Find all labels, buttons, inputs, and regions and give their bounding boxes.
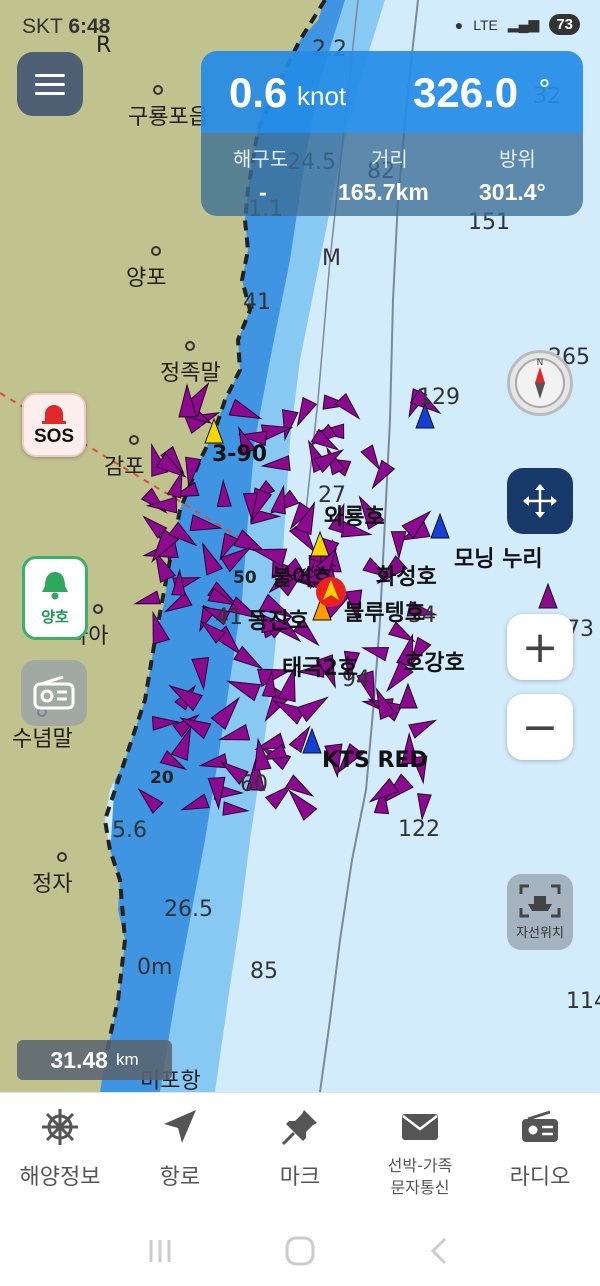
location-icon: ● [454, 16, 464, 33]
speed-value: 0.6 [229, 69, 288, 116]
chart-label: 해구도 [233, 147, 289, 171]
chart-value: - [259, 179, 267, 205]
tab-route-label: 항로 [159, 1165, 201, 1190]
place-label: 정자 [32, 872, 72, 897]
place-label: 수념말 [12, 727, 73, 752]
depth-label: 5.6 [112, 818, 147, 843]
map-scale-bar: 31.48 km [17, 1040, 172, 1080]
svg-text:N: N [537, 358, 544, 368]
battery-indicator: 73 [549, 14, 580, 35]
vessel-name-label: 3-90 [212, 442, 267, 467]
depth-label: 60 [240, 772, 268, 797]
depth-label: 122 [398, 817, 440, 842]
vessel-name-label: 화성호 [376, 565, 437, 590]
tab-mark-label: 마크 [279, 1165, 321, 1190]
my-location-label: 자선위치 [516, 925, 564, 941]
vessel-name-label: 호강호 [404, 651, 465, 676]
place-label: 양포 [126, 266, 166, 291]
carrier: SKT [22, 15, 63, 38]
status-good-label: 양호 [41, 607, 69, 626]
radio-icon [33, 676, 75, 710]
depth-label: 0m [137, 955, 172, 980]
hamburger-icon [35, 73, 65, 77]
depth-label: 20 [150, 768, 174, 788]
place-label: 감포 [104, 455, 144, 480]
siren-icon [42, 405, 66, 424]
zoom-out-button[interactable]: − [507, 694, 573, 760]
vessel-name-label: KTS RED [322, 748, 428, 773]
compass-button[interactable]: N [507, 350, 573, 416]
heading-unit: ° [538, 75, 551, 105]
tab-radio[interactable]: 라디오 [480, 1093, 600, 1216]
recent-apps-icon[interactable] [145, 1236, 175, 1266]
back-icon[interactable] [425, 1236, 455, 1266]
bell-icon [42, 571, 68, 599]
sos-button[interactable]: SOS [22, 393, 86, 457]
home-icon[interactable] [284, 1235, 316, 1267]
depth-label: 41 [215, 605, 243, 630]
my-location-button[interactable]: 자선위치 [507, 874, 573, 950]
depth-label: 50 [233, 568, 257, 588]
lte-icon: LTE [473, 16, 498, 33]
signal-icon: ▂▄▆ [507, 16, 540, 32]
scale-value: 31.48 [50, 1046, 108, 1073]
tab-family-messaging-line2: 문자통신 [390, 1178, 450, 1197]
radio-icon [522, 1110, 558, 1142]
move-arrows-icon [523, 484, 557, 518]
depth-label: 26.5 [164, 897, 213, 922]
heading-value: 326.0 [413, 69, 519, 116]
depth-label: 41 [243, 290, 271, 315]
compass-icon: N [515, 358, 565, 408]
clock: 6:48 [68, 15, 111, 38]
ship-locate-icon [519, 884, 561, 917]
zoom-in-button[interactable]: + [507, 614, 573, 680]
bearing-label: 방위 [499, 147, 536, 171]
distance-label: 거리 [371, 147, 408, 171]
distance-value: 165.7km [338, 179, 429, 205]
navigation-info-panel: 0.6 knot 326.0 ° 해구도 거리 방위 - 165.7km 301… [201, 51, 583, 216]
place-label: 구룡포읍 [128, 105, 209, 130]
vessel-name-label: 태극2호 [282, 656, 358, 681]
vessel-name-label: 모닝 누리 [454, 547, 543, 572]
tab-mark[interactable]: 마크 [240, 1093, 360, 1216]
speed-unit: knot [297, 81, 347, 111]
ship-wheel-icon [42, 1109, 78, 1145]
radio-overlay-button[interactable] [21, 660, 87, 726]
sos-label: SOS [33, 426, 75, 447]
depth-label: 85 [250, 959, 278, 984]
envelope-icon [402, 1114, 438, 1140]
pan-button[interactable] [507, 468, 573, 534]
vessel-name-label: 동진호 [248, 609, 309, 634]
bottom-navigation: 해양정보 항로 마크 선박-가족 문자통신 라디오 [0, 1092, 600, 1216]
vessel-name-label: 와룡호 [324, 505, 385, 530]
tab-family-messaging[interactable]: 선박-가족 문자통신 [360, 1093, 480, 1216]
navigation-arrow-icon [164, 1110, 196, 1143]
system-navigation-bar [0, 1216, 600, 1286]
depth-label: 114 [566, 989, 600, 1014]
tab-route[interactable]: 항로 [120, 1093, 240, 1216]
status-bar: SKT 6:48 ● LTE ▂▄▆ 73 [0, 0, 600, 52]
tab-radio-label: 라디오 [509, 1165, 571, 1190]
pushpin-icon [281, 1110, 317, 1146]
tab-ocean-info[interactable]: 해양정보 [0, 1093, 120, 1216]
place-label: 정족말 [160, 361, 221, 386]
depth-label: 129 [418, 385, 460, 410]
tab-family-messaging-line1: 선박-가족 [387, 1156, 453, 1175]
tab-ocean-info-label: 해양정보 [19, 1165, 101, 1190]
vessel-name-label: 블루텡호 [344, 601, 425, 626]
scale-unit: km [115, 1050, 139, 1069]
bearing-value: 301.4° [479, 179, 546, 205]
status-good-button[interactable]: 양호 [22, 556, 88, 640]
depth-label: M [322, 246, 341, 271]
menu-button[interactable] [17, 52, 83, 116]
